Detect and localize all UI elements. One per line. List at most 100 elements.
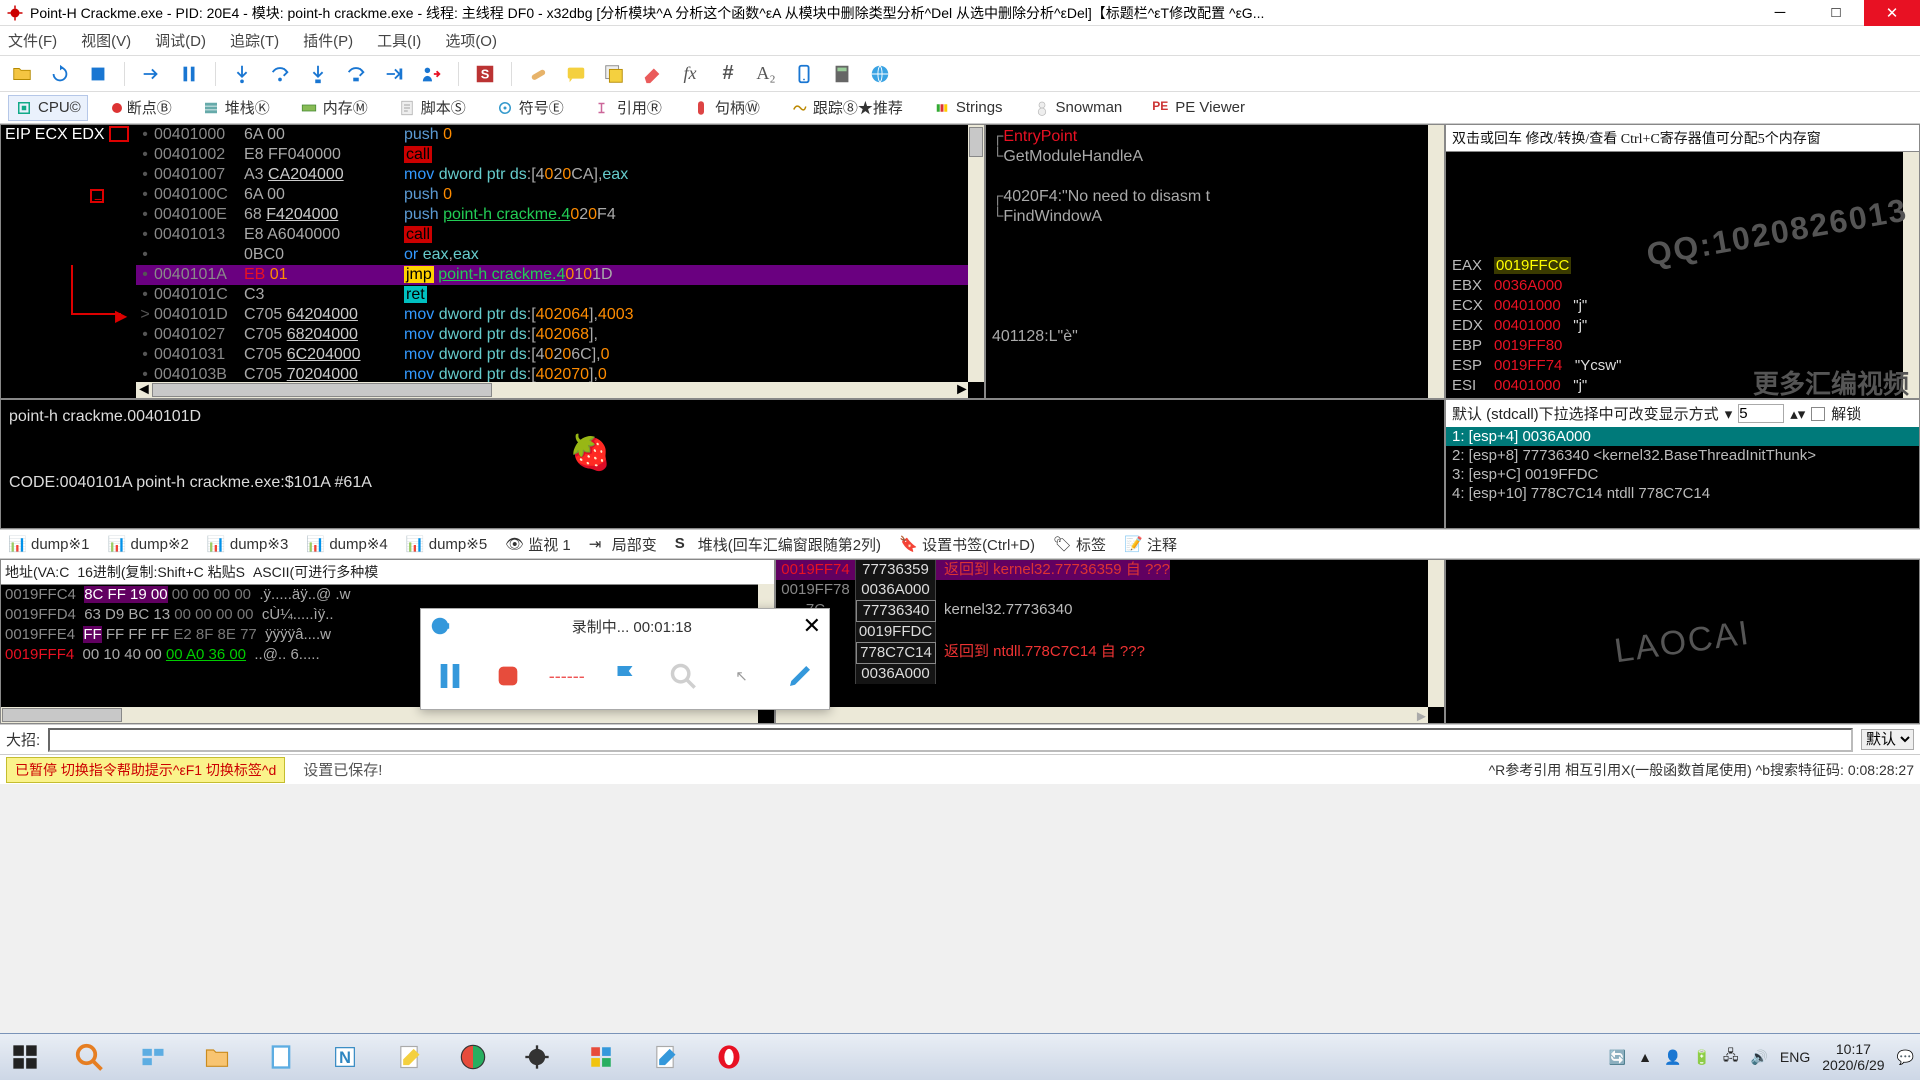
erase-icon[interactable] — [638, 60, 666, 88]
tray-up-icon[interactable]: ▲ — [1638, 1049, 1652, 1065]
stack-row[interactable]: 0019FFDC — [776, 622, 1444, 642]
disassembly-pane[interactable]: EIP ECX EDX − ▶ •004010006A 00push 0•004… — [0, 124, 985, 399]
globe-icon[interactable] — [866, 60, 894, 88]
open-icon[interactable] — [8, 60, 36, 88]
recorder-draw-button[interactable] — [780, 656, 820, 696]
notepad-icon[interactable] — [262, 1038, 300, 1076]
disasm-row[interactable]: •00401013E8 A6040000call — [136, 225, 984, 245]
recorder-flag-button[interactable] — [605, 656, 645, 696]
comments-icon[interactable] — [562, 60, 590, 88]
tray-clock[interactable]: 10:17 2020/6/29 — [1822, 1041, 1884, 1073]
taskview-icon[interactable] — [134, 1038, 172, 1076]
notepadpp-icon[interactable]: N — [326, 1038, 364, 1076]
command-input[interactable] — [48, 728, 1853, 752]
x32dbg-icon[interactable] — [518, 1038, 556, 1076]
tab-snowman[interactable]: Snowman — [1027, 96, 1129, 120]
menu-tools[interactable]: 工具(I) — [377, 30, 421, 51]
info-vscroll[interactable] — [1428, 125, 1444, 398]
disasm-row[interactable]: •0040101CC3ret — [136, 285, 984, 305]
tray-lang[interactable]: ENG — [1780, 1049, 1810, 1065]
opera-icon[interactable] — [710, 1038, 748, 1076]
recorder-cursor-button[interactable]: ↖ — [722, 656, 762, 696]
screen-recorder-overlay[interactable]: 录制中... 00:01:18 ✕ ------ ↖ — [420, 608, 830, 710]
recorder-pause-button[interactable] — [430, 656, 470, 696]
stackargs-count-input[interactable] — [1738, 404, 1784, 423]
stackarg-row[interactable]: 4: [esp+10] 778C7C14 ntdll 778C7C14 — [1446, 484, 1919, 503]
tray-net-icon[interactable]: 🖧 — [1723, 1045, 1739, 1069]
register-row[interactable]: EBP0019FF80 — [1452, 336, 1913, 356]
tab-dump2[interactable]: 📊dump※2 — [107, 535, 188, 553]
disasm-vscroll[interactable] — [968, 125, 984, 382]
stack-vscroll[interactable] — [1428, 560, 1444, 707]
patch-icon[interactable] — [524, 60, 552, 88]
explorer-icon[interactable] — [198, 1038, 236, 1076]
recorder-stop-button[interactable] — [488, 656, 528, 696]
menu-trace[interactable]: 追踪(T) — [230, 30, 279, 51]
register-row[interactable]: EDI00401000 "j" — [1452, 396, 1913, 398]
tab-dump5[interactable]: 📊dump※5 — [406, 535, 487, 553]
disasm-row[interactable]: •00401027C705 68204000mov dword ptr ds:[… — [136, 325, 984, 345]
stack-hscroll[interactable]: ► — [776, 707, 1428, 723]
menu-options[interactable]: 选项(O) — [445, 30, 497, 51]
grid-icon[interactable] — [582, 1038, 620, 1076]
registers-pane[interactable]: 双击或回车 修改/转换/查看 Ctrl+C寄存器值可分配5个内存窗 QQ:102… — [1445, 124, 1920, 399]
disasm-row[interactable]: •00401002E8 FF040000call — [136, 145, 984, 165]
stack-row[interactable]: 0036A000 — [776, 664, 1444, 684]
disasm-rows[interactable]: •004010006A 00push 0•00401002E8 FF040000… — [136, 125, 984, 398]
fx-icon[interactable]: fx — [676, 60, 704, 88]
stackarg-row[interactable]: 2: [esp+8] 77736340 <kernel32.BaseThread… — [1446, 446, 1919, 465]
tab-peviewer[interactable]: PEPE Viewer — [1146, 96, 1251, 120]
hash-icon[interactable]: # — [714, 60, 742, 88]
tab-callstack[interactable]: 堆栈Ⓚ — [196, 94, 276, 121]
disasm-row[interactable]: •00401007A3 CA204000mov dword ptr ds:[40… — [136, 165, 984, 185]
register-row[interactable]: EAX0019FFCC — [1452, 256, 1913, 276]
menu-file[interactable]: 文件(F) — [8, 30, 57, 51]
dropdown-icon[interactable]: ▾ — [1725, 405, 1733, 423]
regs-vscroll[interactable] — [1903, 152, 1919, 398]
tab-trace[interactable]: 跟踪⑧★推荐 — [784, 94, 909, 121]
tab-stack-follow[interactable]: S堆栈(回车汇编窗跟随第2列) — [675, 534, 881, 555]
tray-notif-icon[interactable]: 💬 — [1897, 1049, 1914, 1066]
restart-icon[interactable] — [46, 60, 74, 88]
tray-sync-icon[interactable]: 🔄 — [1609, 1049, 1626, 1066]
menu-view[interactable]: 视图(V) — [81, 30, 131, 51]
search-icon[interactable] — [70, 1038, 108, 1076]
stepover-icon[interactable] — [266, 60, 294, 88]
disasm-row[interactable]: •0BC0or eax,eax — [136, 245, 984, 265]
ball-icon[interactable] — [454, 1038, 492, 1076]
menu-plugins[interactable]: 插件(P) — [303, 30, 353, 51]
stack-row[interactable]: 7C77736340kernel32.77736340 — [776, 600, 1444, 622]
stepintot-icon[interactable] — [304, 60, 332, 88]
recorder-close-icon[interactable]: ✕ — [803, 613, 821, 639]
tab-watch1[interactable]: 👁监视 1 — [505, 534, 571, 555]
tab-handles[interactable]: 句柄Ⓦ — [686, 94, 766, 121]
tab-breakpoints[interactable]: 断点Ⓑ — [106, 94, 178, 121]
spinner-icon[interactable]: ▴▾ — [1790, 405, 1805, 423]
tab-cpu[interactable]: CPU© — [8, 95, 88, 121]
tab-bookmark[interactable]: 🔖设置书签(Ctrl+D) — [899, 534, 1035, 555]
tab-scripts[interactable]: 脚本Ⓢ — [392, 94, 472, 121]
disasm-hscroll[interactable]: ◄► — [136, 382, 968, 398]
cellphone-icon[interactable] — [790, 60, 818, 88]
stackarg-row[interactable]: 3: [esp+C] 0019FFDC — [1446, 465, 1919, 484]
tab-strings[interactable]: Strings — [927, 96, 1009, 120]
disasm-row[interactable]: •0040100C6A 00push 0 — [136, 185, 984, 205]
register-row[interactable]: ESI00401000 "j" — [1452, 376, 1913, 396]
tab-memory[interactable]: 内存Ⓜ — [294, 94, 374, 121]
start-icon[interactable] — [6, 1038, 44, 1076]
tab-refs[interactable]: 引用Ⓡ — [588, 94, 668, 121]
stepinto-icon[interactable] — [228, 60, 256, 88]
stack-pane[interactable]: 0019FF7477736359返回到 kernel32.77736359 自 … — [775, 559, 1445, 724]
disasm-row[interactable]: >0040101DC705 64204000mov dword ptr ds:[… — [136, 305, 984, 325]
runto-icon[interactable] — [380, 60, 408, 88]
stack-row[interactable]: 0019FF7477736359返回到 kernel32.77736359 自 … — [776, 560, 1444, 580]
close-button[interactable]: ✕ — [1864, 0, 1920, 26]
pause-icon[interactable] — [175, 60, 203, 88]
stack-row[interactable]: 0019FF780036A000 — [776, 580, 1444, 600]
disasm-row[interactable]: •0040101AEB 01jmp point-h crackme.40101D — [136, 265, 984, 285]
editor2-icon[interactable] — [646, 1038, 684, 1076]
bookmarks-icon[interactable] — [600, 60, 628, 88]
tab-locals[interactable]: ⇥局部变 — [589, 534, 657, 555]
tray-people-icon[interactable]: 👤 — [1664, 1049, 1681, 1066]
default-select[interactable]: 默认 — [1861, 729, 1914, 750]
